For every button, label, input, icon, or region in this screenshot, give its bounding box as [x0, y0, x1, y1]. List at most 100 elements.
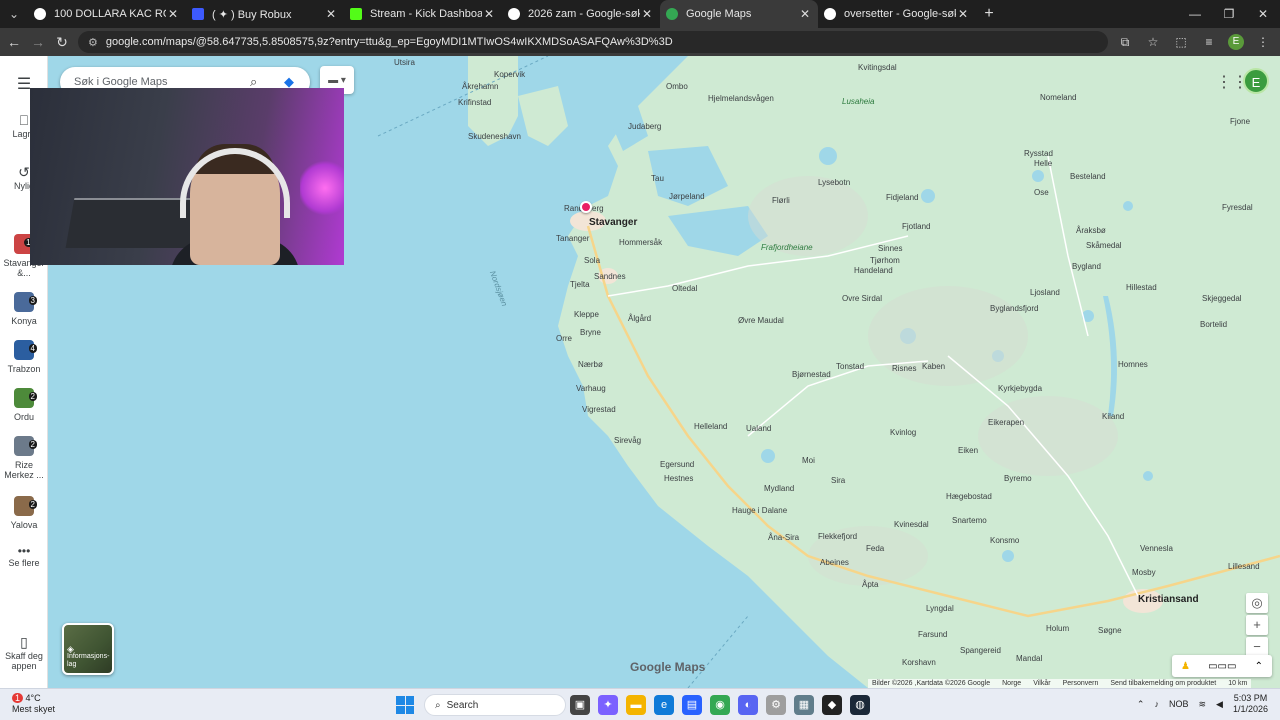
place-label[interactable]: Mandal — [1016, 654, 1042, 663]
close-tab-icon[interactable]: ✕ — [956, 7, 970, 21]
place-label[interactable]: Besteland — [1070, 172, 1106, 181]
expand-icon[interactable]: ⌃ — [1255, 661, 1263, 672]
place-label[interactable]: Helle — [1034, 159, 1052, 168]
sidebar-get-app[interactable]: ▯ Skaff deg appen — [0, 634, 48, 671]
place-label[interactable]: Fyresdal — [1222, 203, 1253, 212]
place-label[interactable]: Judaberg — [628, 122, 661, 131]
place-label[interactable]: Ålgård — [628, 314, 651, 323]
edge-icon[interactable]: e — [654, 695, 674, 715]
place-label[interactable]: Handeland — [854, 266, 893, 275]
back-arrow-icon[interactable]: ← — [2, 34, 26, 50]
place-label[interactable]: Orre — [556, 334, 572, 343]
sidebar-item-trabzon[interactable]: 4 Trabzon — [0, 340, 48, 374]
calculator-icon[interactable]: ▦ — [794, 695, 814, 715]
place-label[interactable]: Holum — [1046, 624, 1069, 633]
sidebar-item-rize[interactable]: 2 Rize Merkez ... — [0, 436, 48, 480]
place-label[interactable]: Fjone — [1230, 117, 1250, 126]
place-label[interactable]: Mydland — [764, 484, 794, 493]
place-label[interactable]: Fjotland — [902, 222, 930, 231]
place-label[interactable]: Sirevåg — [614, 436, 641, 445]
place-label[interactable]: Korshavn — [902, 658, 936, 667]
place-label[interactable]: Farsund — [918, 630, 947, 639]
place-label[interactable]: Hægebostad — [946, 492, 992, 501]
place-label[interactable]: Hestnes — [664, 474, 693, 483]
place-label[interactable]: Sola — [584, 256, 600, 265]
terms-link[interactable]: Vilkår — [1033, 680, 1050, 687]
place-label[interactable]: Sandnes — [594, 272, 626, 281]
place-label[interactable]: Lysebotn — [818, 178, 850, 187]
place-label[interactable]: Kyrkjebygda — [998, 384, 1042, 393]
place-label[interactable]: Spangereid — [960, 646, 1001, 655]
place-label[interactable]: Fidjeland — [886, 193, 918, 202]
place-label[interactable]: Eiken — [958, 446, 978, 455]
tab-kick-dashboard[interactable]: Stream - Kick Dashboard ✕ — [344, 0, 502, 28]
chrome-icon[interactable]: ◉ — [710, 695, 730, 715]
park-label[interactable]: Frafjordheiane — [761, 243, 813, 252]
place-label[interactable]: Øvre Maudal — [738, 316, 784, 325]
place-label[interactable]: Skjeggedal — [1202, 294, 1242, 303]
place-label[interactable]: Moi — [802, 456, 815, 465]
site-info-icon[interactable]: ⚙ — [88, 36, 98, 49]
place-label[interactable]: Varhaug — [576, 384, 606, 393]
tab-robux-video[interactable]: 100 DOLLARA KAC ROBUX ALI ✕ — [28, 0, 186, 28]
place-label[interactable]: Vennesla — [1140, 544, 1173, 553]
clock[interactable]: 5:03 PM 1/1/2026 — [1233, 693, 1268, 715]
minimize-icon[interactable]: — — [1178, 0, 1212, 28]
place-label[interactable]: Tananger — [556, 234, 589, 243]
place-label[interactable]: Bryne — [580, 328, 601, 337]
media-icon[interactable]: ≡ — [1200, 35, 1218, 49]
file-explorer-icon[interactable]: ▬ — [626, 695, 646, 715]
close-tab-icon[interactable]: ✕ — [482, 7, 496, 21]
restore-icon[interactable]: ❐ — [1212, 0, 1246, 28]
zoom-out-button[interactable]: − — [1246, 637, 1268, 657]
place-label[interactable]: Bygland — [1072, 262, 1101, 271]
place-label[interactable]: Hommersåk — [619, 238, 662, 247]
place-label[interactable]: Åraksbø — [1076, 226, 1106, 235]
tab-buy-robux[interactable]: ( ✦ ) Buy Robux ✕ — [186, 0, 344, 28]
forward-arrow-icon[interactable]: → — [26, 34, 50, 50]
place-label[interactable]: Tjørhom — [870, 256, 900, 265]
feedback-link[interactable]: Send tilbakemelding om produktet — [1110, 680, 1216, 687]
place-label[interactable]: Åna-Sira — [768, 533, 799, 542]
region-link[interactable]: Norge — [1002, 680, 1021, 687]
task-view-icon[interactable]: ▣ — [570, 695, 590, 715]
imagery-thumbs-icon[interactable]: ▭▭▭ — [1208, 661, 1236, 672]
place-label[interactable]: Utsira — [394, 58, 415, 67]
sidebar-item-ordu[interactable]: 2 Ordu — [0, 388, 48, 422]
tab-search-icon[interactable]: ⌄ — [0, 0, 28, 28]
place-label[interactable]: Hillestad — [1126, 283, 1157, 292]
place-label[interactable]: Kiland — [1102, 412, 1124, 421]
profile-avatar[interactable]: E — [1228, 34, 1244, 50]
wifi-icon[interactable]: ≋ — [1198, 699, 1206, 710]
place-label[interactable]: Kleppe — [574, 310, 599, 319]
place-label[interactable]: Åpta — [862, 580, 878, 589]
place-label[interactable]: Sinnes — [878, 244, 902, 253]
place-label[interactable]: Kaben — [922, 362, 945, 371]
copilot-icon[interactable]: ✦ — [598, 695, 618, 715]
pegman-icon[interactable]: ♟ — [1181, 661, 1190, 672]
place-label[interactable]: Tonstad — [836, 362, 864, 371]
place-label[interactable]: Feda — [866, 544, 884, 553]
place-label[interactable]: Flørli — [772, 196, 790, 205]
place-label[interactable]: Hjelmelandsvågen — [708, 94, 774, 103]
close-tab-icon[interactable]: ✕ — [640, 7, 654, 21]
close-window-icon[interactable]: ✕ — [1246, 0, 1280, 28]
place-label[interactable]: Sira — [831, 476, 845, 485]
saved-place-pin-icon[interactable] — [580, 201, 592, 213]
place-label[interactable]: Oltedal — [672, 284, 697, 293]
place-label[interactable]: Jørpeland — [669, 192, 705, 201]
place-label[interactable]: Ovre Sirdal — [842, 294, 882, 303]
bookmark-star-icon[interactable]: ☆ — [1144, 35, 1162, 49]
place-label[interactable]: Flekkefjord — [818, 532, 857, 541]
place-label[interactable]: Vigrestad — [582, 405, 616, 414]
address-bar[interactable]: ⚙ google.com/maps/@58.647735,5.8508575,9… — [78, 31, 1108, 53]
place-label[interactable]: Risnes — [892, 364, 916, 373]
place-label[interactable]: Homnes — [1118, 360, 1148, 369]
steam-icon[interactable]: ◍ — [850, 695, 870, 715]
place-label[interactable]: Eikerapen — [988, 418, 1024, 427]
city-label-stavanger[interactable]: Stavanger — [589, 217, 637, 228]
place-label[interactable]: Nærbø — [578, 360, 603, 369]
taskbar-search[interactable]: ⌕ Search — [424, 694, 566, 716]
store-icon[interactable]: ▤ — [682, 695, 702, 715]
place-label[interactable]: Egersund — [660, 460, 694, 469]
